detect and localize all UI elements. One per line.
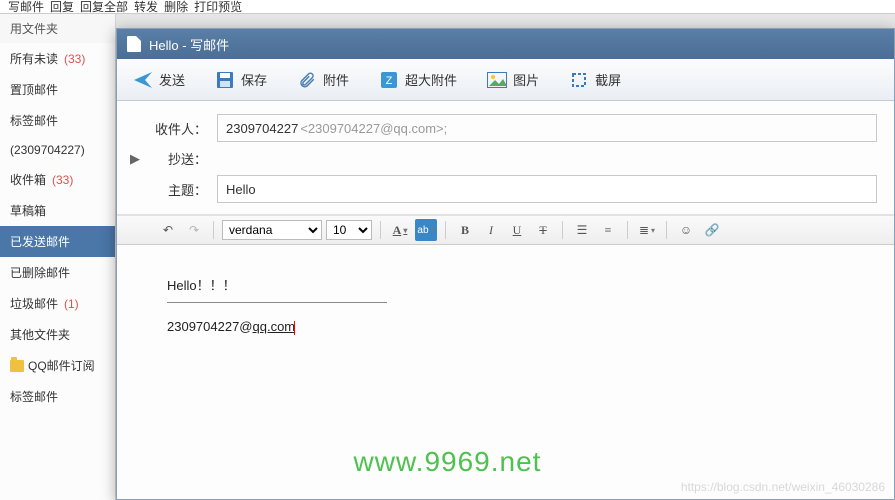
window-title-bar[interactable]: Hello - 写邮件	[117, 29, 894, 59]
paperclip-icon	[297, 70, 317, 90]
svg-text:Z: Z	[386, 75, 393, 87]
sidebar-item-tagged[interactable]: 标签邮件	[0, 105, 115, 136]
sidebar-item-tagged-2[interactable]: 标签邮件	[0, 381, 115, 412]
editor-body[interactable]: Hello！！！ 2309704227@qq.com	[117, 245, 894, 499]
screenshot-icon	[569, 70, 589, 90]
subject-label: 主题：	[147, 180, 207, 199]
folder-sidebar: 用文件夹 所有未读(33) 置顶邮件 标签邮件 (2309704227) 收件箱…	[0, 14, 116, 500]
horizontal-rule	[167, 302, 387, 303]
editor-toolbar: ↶ ↷ verdana 10 A ab B I U T ☰ ≡ ≣ ☺	[117, 215, 894, 245]
image-icon	[487, 70, 507, 90]
attach-button[interactable]: 附件	[291, 66, 355, 94]
font-size-select[interactable]: 10	[326, 220, 372, 240]
align-button[interactable]: ≣	[636, 219, 658, 241]
main-toolbar-item[interactable]: 回复	[50, 0, 74, 14]
main-toolbar-item[interactable]: 打印预览	[194, 0, 242, 14]
strikethrough-button[interactable]: T	[532, 219, 554, 241]
editor-line: 2309704227@qq.com	[167, 319, 844, 335]
send-icon	[133, 70, 153, 90]
sidebar-item-inbox[interactable]: 收件箱(33)	[0, 164, 115, 195]
main-toolbar-item[interactable]: 删除	[164, 0, 188, 14]
window-title: Hello - 写邮件	[149, 35, 229, 54]
italic-button[interactable]: I	[480, 219, 502, 241]
link-button[interactable]: 🔗	[701, 219, 723, 241]
send-button[interactable]: 发送	[127, 66, 191, 94]
to-label: 收件人：	[147, 119, 207, 138]
bullet-list-button[interactable]: ☰	[571, 219, 593, 241]
big-attachment-icon: Z	[379, 70, 399, 90]
insert-image-button[interactable]: 图片	[481, 66, 545, 94]
sidebar-item-all-unread[interactable]: 所有未读(33)	[0, 43, 115, 74]
sidebar-item-account[interactable]: (2309704227)	[0, 136, 115, 164]
main-toolbar-item[interactable]: 转发	[134, 0, 158, 14]
to-input[interactable]: 2309704227<2309704227@qq.com>;	[217, 114, 877, 142]
underline-button[interactable]: U	[506, 219, 528, 241]
header-fields: 收件人： 2309704227<2309704227@qq.com>; ▶ 抄送…	[117, 101, 894, 215]
sidebar-header: 用文件夹	[0, 14, 115, 43]
sidebar-item-sent[interactable]: 已发送邮件	[0, 226, 115, 257]
workspace: Hello - 写邮件 发送 保存 附件 Z 超大附件	[116, 14, 895, 500]
editor-line: Hello！！！	[167, 275, 844, 294]
emoji-button[interactable]: ☺	[675, 219, 697, 241]
compose-toolbar: 发送 保存 附件 Z 超大附件 图片	[117, 59, 894, 101]
undo-button[interactable]: ↶	[157, 219, 179, 241]
expand-cc-arrow[interactable]: ▶	[123, 151, 147, 167]
numbered-list-button[interactable]: ≡	[597, 219, 619, 241]
cc-label: 抄送：	[147, 149, 207, 168]
document-icon	[127, 36, 141, 52]
highlight-color-button[interactable]: ab	[415, 219, 437, 241]
main-toolbar-item[interactable]: 回复全部	[80, 0, 128, 14]
font-color-button[interactable]: A	[389, 219, 411, 241]
sidebar-item-other-folders[interactable]: 其他文件夹	[0, 319, 115, 350]
subject-input[interactable]	[217, 175, 877, 203]
screenshot-button[interactable]: 截屏	[563, 66, 627, 94]
font-family-select[interactable]: verdana	[222, 220, 322, 240]
sidebar-item-spam[interactable]: 垃圾邮件(1)	[0, 288, 115, 319]
sidebar-item-pinned[interactable]: 置顶邮件	[0, 74, 115, 105]
folder-icon	[10, 360, 24, 372]
main-toolbar-item[interactable]: 写邮件	[8, 0, 44, 14]
sidebar-item-deleted[interactable]: 已删除邮件	[0, 257, 115, 288]
sidebar-item-drafts[interactable]: 草稿箱	[0, 195, 115, 226]
save-icon	[215, 70, 235, 90]
big-attachment-button[interactable]: Z 超大附件	[373, 66, 463, 94]
bold-button[interactable]: B	[454, 219, 476, 241]
compose-window: Hello - 写邮件 发送 保存 附件 Z 超大附件	[116, 28, 895, 500]
save-button[interactable]: 保存	[209, 66, 273, 94]
app-main-toolbar: 写邮件 回复 回复全部 转发 删除 打印预览	[0, 0, 895, 14]
sidebar-item-qq-subscribe[interactable]: QQ邮件订阅	[0, 350, 115, 381]
text-caret	[294, 321, 295, 335]
redo-button[interactable]: ↷	[183, 219, 205, 241]
